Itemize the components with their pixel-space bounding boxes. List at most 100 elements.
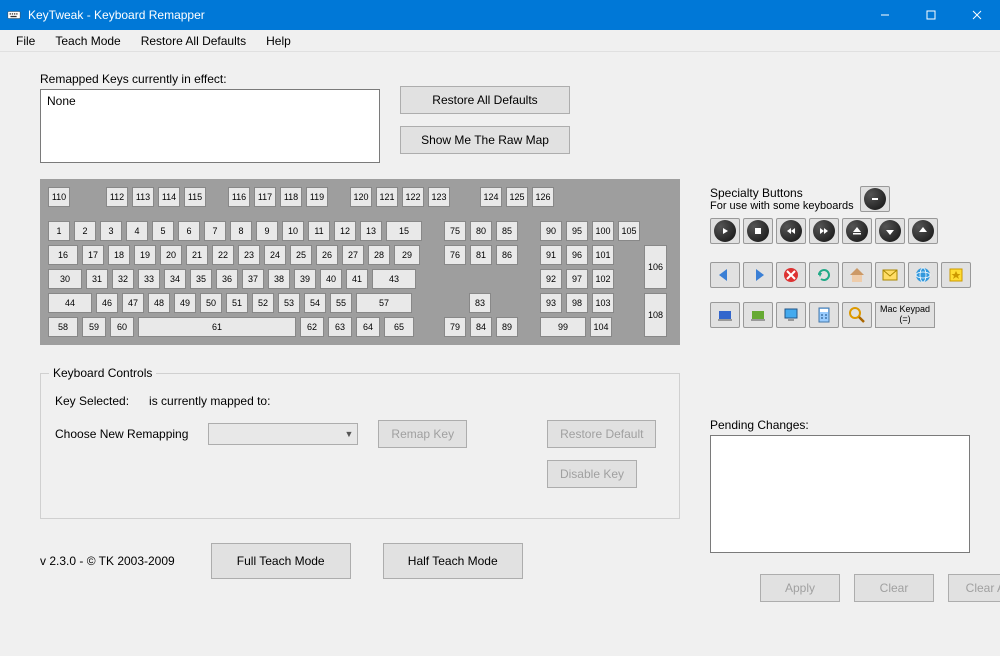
keyboard-key[interactable]: 31 — [86, 269, 108, 289]
keyboard-key[interactable]: 26 — [316, 245, 338, 265]
menu-help[interactable]: Help — [258, 32, 299, 50]
keyboard-key[interactable]: 64 — [356, 317, 380, 337]
keyboard-key[interactable]: 55 — [330, 293, 352, 313]
keyboard-key[interactable]: 80 — [470, 221, 492, 241]
keyboard-key[interactable]: 32 — [112, 269, 134, 289]
minimize-button[interactable] — [862, 0, 908, 30]
mute-icon[interactable] — [860, 186, 890, 212]
keyboard-key[interactable]: 51 — [226, 293, 248, 313]
keyboard-key[interactable]: 22 — [212, 245, 234, 265]
keyboard-key[interactable]: 33 — [138, 269, 160, 289]
keyboard-key[interactable]: 92 — [540, 269, 562, 289]
keyboard-key[interactable]: 19 — [134, 245, 156, 265]
keyboard-key[interactable]: 17 — [82, 245, 104, 265]
keyboard-key[interactable]: 1 — [48, 221, 70, 241]
favorites-icon[interactable] — [941, 262, 971, 288]
keyboard-key[interactable]: 41 — [346, 269, 368, 289]
keyboard-key[interactable]: 103 — [592, 293, 614, 313]
keyboard-key[interactable]: 85 — [496, 221, 518, 241]
keyboard-key[interactable]: 43 — [372, 269, 416, 289]
keyboard-key[interactable]: 37 — [242, 269, 264, 289]
keyboard-key[interactable]: 119 — [306, 187, 328, 207]
calculator-icon[interactable] — [809, 302, 839, 328]
keyboard-key[interactable]: 52 — [252, 293, 274, 313]
keyboard-key[interactable]: 47 — [122, 293, 144, 313]
keyboard-key[interactable]: 90 — [540, 221, 562, 241]
keyboard-key[interactable]: 50 — [200, 293, 222, 313]
keyboard-key[interactable]: 57 — [356, 293, 412, 313]
keyboard-key[interactable]: 62 — [300, 317, 324, 337]
keyboard-key[interactable]: 124 — [480, 187, 502, 207]
keyboard-key[interactable]: 79 — [444, 317, 466, 337]
keyboard-key[interactable]: 13 — [360, 221, 382, 241]
keyboard-key[interactable]: 30 — [48, 269, 82, 289]
keyboard-key[interactable]: 28 — [368, 245, 390, 265]
keyboard-key[interactable]: 35 — [190, 269, 212, 289]
volume-up-icon[interactable] — [908, 218, 938, 244]
keyboard-key[interactable]: 38 — [268, 269, 290, 289]
keyboard-key[interactable]: 125 — [506, 187, 528, 207]
keyboard-key[interactable]: 108 — [644, 293, 667, 337]
search-icon[interactable] — [842, 302, 872, 328]
remapping-dropdown[interactable]: ▼ — [208, 423, 358, 445]
keyboard-key[interactable]: 24 — [264, 245, 286, 265]
keyboard-key[interactable]: 46 — [96, 293, 118, 313]
keyboard-key[interactable]: 117 — [254, 187, 276, 207]
keyboard-key[interactable]: 122 — [402, 187, 424, 207]
sleep-icon[interactable] — [710, 302, 740, 328]
menu-teach-mode[interactable]: Teach Mode — [47, 32, 128, 50]
keyboard-key[interactable]: 123 — [428, 187, 450, 207]
globe-icon[interactable] — [908, 262, 938, 288]
keyboard-key[interactable]: 97 — [566, 269, 588, 289]
keyboard-key[interactable]: 100 — [592, 221, 614, 241]
mac-keypad-button[interactable]: Mac Keypad (=) — [875, 302, 935, 328]
keyboard-key[interactable]: 86 — [496, 245, 518, 265]
keyboard-key[interactable]: 81 — [470, 245, 492, 265]
keyboard-key[interactable]: 118 — [280, 187, 302, 207]
half-teach-mode-button[interactable]: Half Teach Mode — [383, 543, 523, 579]
keyboard-key[interactable]: 9 — [256, 221, 278, 241]
keyboard-key[interactable]: 3 — [100, 221, 122, 241]
keyboard-key[interactable]: 4 — [126, 221, 148, 241]
keyboard-key[interactable]: 49 — [174, 293, 196, 313]
keyboard-key[interactable]: 116 — [228, 187, 250, 207]
show-raw-map-button[interactable]: Show Me The Raw Map — [400, 126, 570, 154]
keyboard-key[interactable]: 59 — [82, 317, 106, 337]
keyboard-key[interactable]: 6 — [178, 221, 200, 241]
maximize-button[interactable] — [908, 0, 954, 30]
keyboard-key[interactable]: 54 — [304, 293, 326, 313]
keyboard-key[interactable]: 25 — [290, 245, 312, 265]
apply-button[interactable]: Apply — [760, 574, 840, 602]
keyboard-key[interactable]: 120 — [350, 187, 372, 207]
keyboard-key[interactable]: 10 — [282, 221, 304, 241]
keyboard-key[interactable]: 102 — [592, 269, 614, 289]
keyboard-key[interactable]: 20 — [160, 245, 182, 265]
keyboard-key[interactable]: 2 — [74, 221, 96, 241]
clear-button[interactable]: Clear — [854, 574, 934, 602]
keyboard-key[interactable]: 58 — [48, 317, 78, 337]
keyboard-key[interactable]: 48 — [148, 293, 170, 313]
keyboard-key[interactable]: 89 — [496, 317, 518, 337]
keyboard-key[interactable]: 75 — [444, 221, 466, 241]
keyboard-key[interactable]: 8 — [230, 221, 252, 241]
keyboard-key[interactable]: 21 — [186, 245, 208, 265]
keyboard-key[interactable]: 84 — [470, 317, 492, 337]
menu-restore-defaults[interactable]: Restore All Defaults — [133, 32, 254, 50]
keyboard-key[interactable]: 96 — [566, 245, 588, 265]
close-button[interactable] — [954, 0, 1000, 30]
restore-all-defaults-button[interactable]: Restore All Defaults — [400, 86, 570, 114]
keyboard-key[interactable]: 113 — [132, 187, 154, 207]
keyboard-key[interactable]: 61 — [138, 317, 296, 337]
keyboard-key[interactable]: 115 — [184, 187, 206, 207]
keyboard-key[interactable]: 83 — [469, 293, 491, 313]
keyboard-key[interactable]: 126 — [532, 187, 554, 207]
full-teach-mode-button[interactable]: Full Teach Mode — [211, 543, 351, 579]
stop-icon[interactable] — [743, 218, 773, 244]
keyboard-key[interactable]: 29 — [394, 245, 420, 265]
keyboard-key[interactable]: 11 — [308, 221, 330, 241]
stop-browse-icon[interactable] — [776, 262, 806, 288]
disable-key-button[interactable]: Disable Key — [547, 460, 637, 488]
keyboard-key[interactable]: 44 — [48, 293, 92, 313]
keyboard-key[interactable]: 53 — [278, 293, 300, 313]
keyboard-key[interactable]: 112 — [106, 187, 128, 207]
